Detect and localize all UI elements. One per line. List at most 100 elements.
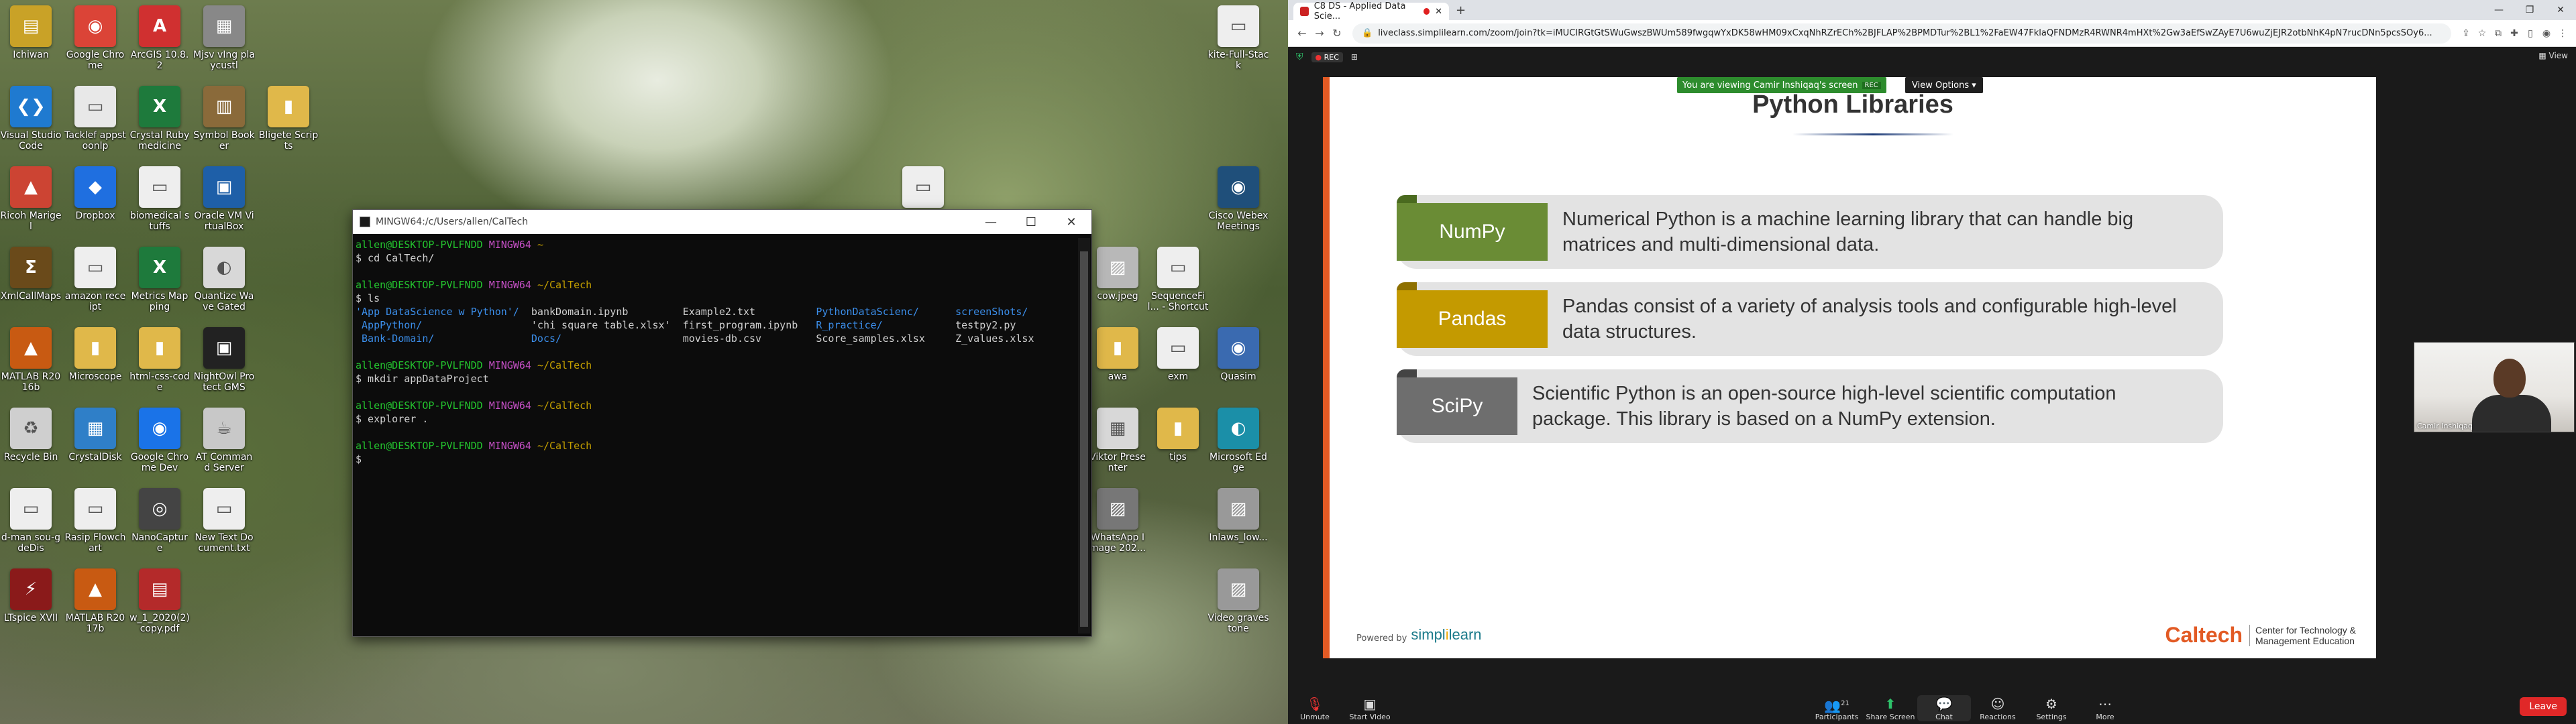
desktop-icon-label: NightOwl Protect GMS xyxy=(193,371,255,393)
desktop-icon[interactable]: Σ XmlCallMaps xyxy=(0,241,62,314)
view-button[interactable]: ▦ View xyxy=(2538,51,2568,60)
desktop-icon[interactable]: X Crystal Ruby medicine xyxy=(129,80,191,153)
app-icon: ▭ xyxy=(1157,247,1199,288)
desktop-icon[interactable]: ◉ Quasim xyxy=(1208,322,1269,394)
desktop-icon[interactable]: ◐ Quantize Wave Gated xyxy=(193,241,255,314)
desktop-icon[interactable]: ▦ Viktor Presenter xyxy=(1087,402,1148,475)
desktop-icon[interactable]: ◆ Dropbox xyxy=(64,161,126,233)
desktop-icon[interactable]: A ArcGIS 10.8.2 xyxy=(129,0,191,72)
share-screen-icon: ⬆ xyxy=(1884,696,1896,712)
desktop-icon[interactable]: ▭ Tacklef appstoonlp xyxy=(64,80,126,153)
desktop-icon[interactable]: ▭ exm xyxy=(1147,322,1209,394)
menu-icon[interactable]: ⋮ xyxy=(2555,28,2571,39)
desktop-icon[interactable]: ▣ Oracle VM VirtualBox xyxy=(193,161,255,233)
desktop-icon[interactable]: ☕ AT Command Server xyxy=(193,402,255,475)
desktop-icon[interactable]: ▤ w_1_2020(2) copy.pdf xyxy=(129,563,191,636)
desktop-icon[interactable]: ♻ Recycle Bin xyxy=(0,402,62,475)
desktop-icon[interactable]: ▮ Bligete Scripts xyxy=(258,80,319,153)
desktop-icon[interactable]: ▮ tips xyxy=(1147,402,1209,475)
grid-icon[interactable]: ⊞ xyxy=(1351,52,1358,62)
desktop-icon[interactable]: ◉ Cisco Webex Meetings xyxy=(1208,161,1269,233)
desktop-icon[interactable]: ▦ Mjsv vIng playcustl xyxy=(193,0,255,72)
start-video-button[interactable]: ▣ Start Video xyxy=(1343,695,1397,721)
desktop-icon-label: Quantize Wave Gated xyxy=(194,291,254,312)
desktop-icon[interactable]: ▥ Symbol Booker xyxy=(193,80,255,153)
desktop-icon[interactable]: ▤ Ichiwan xyxy=(0,0,62,72)
extension-icon[interactable]: ⧉ xyxy=(2490,28,2506,39)
app-icon: ▤ xyxy=(139,568,180,610)
settings-button[interactable]: ⚙ Settings xyxy=(2025,695,2078,721)
desktop-icon[interactable]: ▨ Inlaws_low... xyxy=(1208,483,1269,555)
app-icon: ◐ xyxy=(203,247,245,288)
desktop-icon[interactable]: ▲ MATLAB R2016b xyxy=(0,322,62,394)
url-input[interactable]: 🔒 liveclass.simplilearn.com/zoom/join?tk… xyxy=(1352,23,2451,44)
tab-close-icon[interactable]: ✕ xyxy=(1435,7,1442,17)
desktop-icon[interactable]: ▨ Video gravestone xyxy=(1208,563,1269,636)
extensions-puzzle-icon[interactable]: ✚ xyxy=(2506,28,2522,39)
forward-icon[interactable]: → xyxy=(1311,27,1328,40)
desktop-icon[interactable]: ▮ html-css-code xyxy=(129,322,191,394)
app-icon: ▮ xyxy=(1157,408,1199,449)
app-icon: ▭ xyxy=(74,247,116,288)
scrollbar-thumb[interactable] xyxy=(1080,251,1088,627)
desktop-icon[interactable]: ❮❯ Visual Studio Code xyxy=(0,80,62,153)
terminal-titlebar[interactable]: MINGW64:/c/Users/allen/CalTech — ☐ ✕ xyxy=(353,210,1091,234)
close-button[interactable]: ✕ xyxy=(1051,210,1091,234)
desktop-icon[interactable]: ◉ Google Chrome xyxy=(64,0,126,72)
view-options-button[interactable]: View Options ▾ xyxy=(1905,77,1983,93)
participant-video[interactable]: Camir Inshiqaq xyxy=(2414,342,2575,432)
share-icon[interactable]: ⇪ xyxy=(2458,28,2474,39)
maximize-button[interactable]: ☐ xyxy=(1011,210,1051,234)
new-tab-button[interactable]: + xyxy=(1456,3,1466,17)
desktop-icon[interactable]: ▦ CrystalDisk xyxy=(64,402,126,475)
desktop-icon[interactable]: ◐ Microsoft Edge xyxy=(1208,402,1269,475)
unmute-button[interactable]: 🎙 Unmute xyxy=(1288,695,1342,721)
leave-button[interactable]: Leave xyxy=(2520,697,2567,716)
desktop-icon[interactable]: ▮ awa xyxy=(1087,322,1148,394)
desktop-icon[interactable]: X Metrics Mapping xyxy=(129,241,191,314)
shield-icon[interactable]: ⛨ xyxy=(1296,52,1303,62)
terminal-output[interactable]: allen@DESKTOP-PVLFNDD MINGW64 ~ $ cd CalT… xyxy=(356,238,1077,634)
desktop-icon[interactable]: ▭ kite-Full-Stack xyxy=(1208,0,1269,72)
terminal-window[interactable]: MINGW64:/c/Users/allen/CalTech — ☐ ✕ all… xyxy=(352,209,1092,637)
desktop-icon-label: Bligete Scripts xyxy=(258,130,319,152)
desktop-icon[interactable]: ▨ cow.jpeg xyxy=(1087,241,1148,314)
window-minimize-button[interactable]: — xyxy=(2483,0,2514,20)
share-screen-button[interactable]: ⬆ Share Screen xyxy=(1864,695,1917,721)
desktop-icon[interactable]: ▮ Microscope xyxy=(64,322,126,394)
desktop-icon[interactable]: ▣ NightOwl Protect GMS xyxy=(193,322,255,394)
desktop-icon[interactable]: ▭ Rasip Flowchart xyxy=(64,483,126,555)
window-close-button[interactable]: ✕ xyxy=(2545,0,2576,20)
desktop-icon[interactable]: ◉ Google Chrome Dev xyxy=(129,402,191,475)
bookmark-icon[interactable]: ☆ xyxy=(2474,28,2490,39)
desktop-icon[interactable]: ▨ WhatsApp Image 202... xyxy=(1087,483,1148,555)
app-icon: ▭ xyxy=(203,488,245,530)
desktop-icon[interactable]: ▲ MATLAB R2017b xyxy=(64,563,126,636)
profile-icon[interactable]: ◉ xyxy=(2538,28,2555,39)
app-icon: ▨ xyxy=(1097,488,1138,530)
desktop-icon[interactable]: ▭ amazon receipt xyxy=(64,241,126,314)
chat-button[interactable]: 💬 Chat xyxy=(1917,695,1971,721)
desktop-icon[interactable]: ⚡ LTspice XVII xyxy=(0,563,62,636)
desktop-icon[interactable]: ▭ d-man sou-gdeDis xyxy=(0,483,62,555)
minimize-button[interactable]: — xyxy=(971,210,1011,234)
desktop-icon[interactable]: ▭ SequenceFil... - Shortcut xyxy=(1147,241,1209,314)
desktop-icon-label: Google Chrome Dev xyxy=(130,452,189,473)
gear-icon: ⚙ xyxy=(2045,696,2057,712)
desktop-icon[interactable]: ▭ biomedical stuffs xyxy=(129,161,191,233)
reload-icon[interactable]: ↻ xyxy=(1328,27,1346,40)
app-icon: ❮❯ xyxy=(10,86,52,127)
terminal-line: allen@DESKTOP-PVLFNDD MINGW64 ~ xyxy=(356,239,543,251)
back-icon[interactable]: ← xyxy=(1293,27,1311,40)
more-button[interactable]: ⋯ More xyxy=(2078,695,2132,721)
participants-button[interactable]: 👥21 Participants xyxy=(1810,695,1864,721)
reactions-button[interactable]: ☺ Reactions xyxy=(1971,695,2025,721)
desktop-icon[interactable]: ▲ Ricoh Marigel xyxy=(0,161,62,233)
app-icon: ▭ xyxy=(1157,327,1199,369)
browser-tab[interactable]: C8 DS - Applied Data Scie... ✕ xyxy=(1293,1,1449,21)
desktop-icon[interactable]: ▭ New Text Document.txt xyxy=(193,483,255,555)
window-restore-button[interactable]: ❐ xyxy=(2514,0,2545,20)
desktop-icon[interactable]: ◎ NanoCapture xyxy=(129,483,191,555)
sidebar-icon[interactable]: ▯ xyxy=(2522,28,2538,39)
terminal-scrollbar[interactable] xyxy=(1078,238,1090,634)
